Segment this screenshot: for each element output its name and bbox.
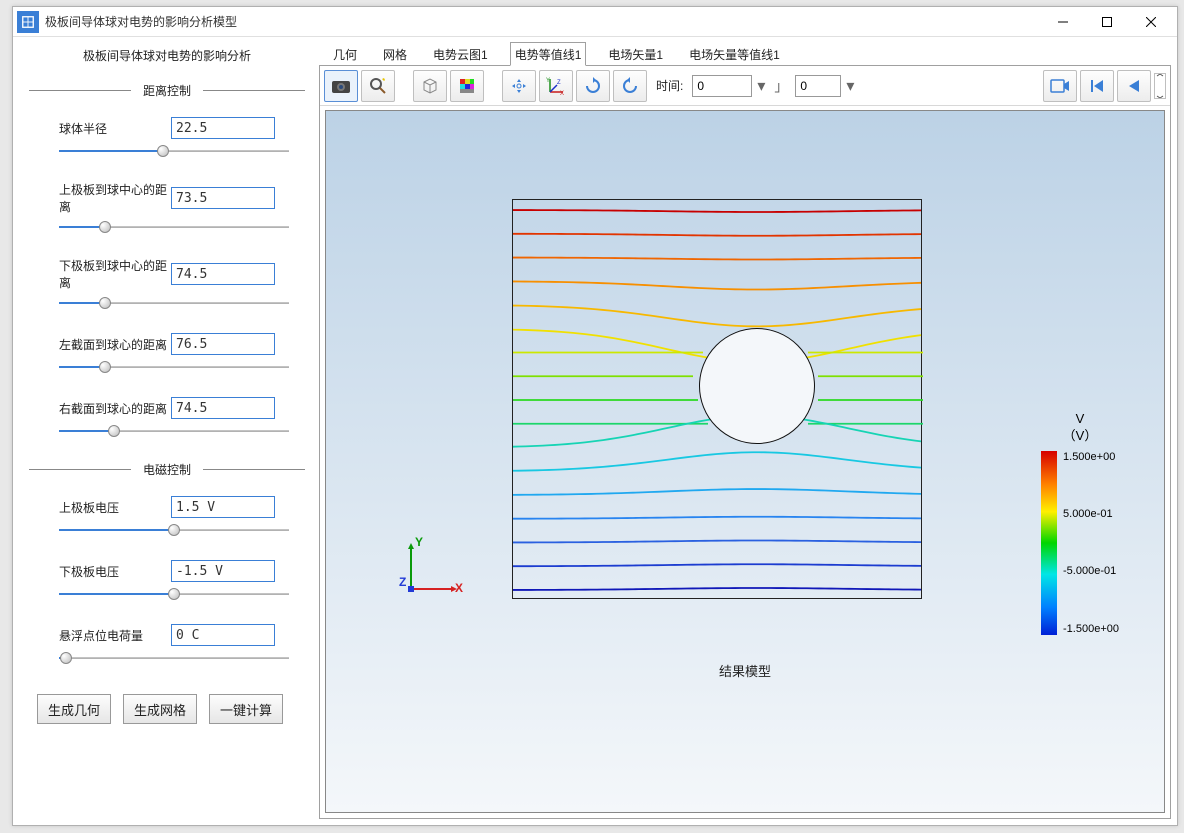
plot-caption: 结果模型 [719,661,771,680]
svg-text:Y: Y [546,78,550,84]
app-window: 极板间导体球对电势的影响分析模型 极板间导体球对电势的影响分析 距离控制 球体半… [12,6,1178,826]
axis-icon[interactable]: X Y Z [539,70,573,102]
slider[interactable] [59,522,289,538]
dropdown-arrow-icon: ▾ [757,76,765,96]
skip-start-icon[interactable] [1080,70,1114,102]
slider[interactable] [59,143,289,159]
slider-thumb[interactable] [168,524,180,536]
svg-text:X: X [560,91,564,96]
gen-geom-button[interactable]: 生成几何 [37,694,111,724]
field-g2-1: 下极板电压 [29,560,305,602]
render-box-icon[interactable] [413,70,447,102]
pan-icon[interactable] [502,70,536,102]
gen-mesh-button[interactable]: 生成网格 [123,694,197,724]
tab-4[interactable]: 电场矢量1 [604,43,667,65]
slider-thumb[interactable] [60,652,72,664]
field-input[interactable] [171,263,275,285]
video-icon[interactable] [1043,70,1077,102]
plot-box [512,199,922,599]
field-input[interactable] [171,187,275,209]
tab-0[interactable]: 几何 [329,43,361,65]
field-label: 上极板到球中心的距离 [59,181,171,215]
legend: V （V） [1030,411,1130,635]
slider-thumb[interactable] [168,588,180,600]
play-back-icon[interactable] [1117,70,1151,102]
canvas[interactable]: Y X Z 结果模型 V （V） [325,110,1165,813]
field-input[interactable] [171,496,275,518]
field-g1-4: 右截面到球心的距离 [29,397,305,439]
toolbar: X Y Z 时间: ▾ 」 ▾ [320,66,1170,106]
field-input[interactable] [171,560,275,582]
compute-button[interactable]: 一键计算 [209,694,283,724]
axes-triad: Y X Z [401,541,461,601]
window-buttons [1041,8,1173,36]
slider-thumb[interactable] [99,297,111,309]
field-g1-3: 左截面到球心的距离 [29,333,305,375]
tab-3[interactable]: 电势等值线1 [510,42,587,66]
field-g1-1: 上极板到球中心的距离 [29,181,305,235]
field-g1-0: 球体半径 [29,117,305,159]
field-label: 下极板电压 [59,563,171,580]
field-label: 球体半径 [59,120,171,137]
field-label: 下极板到球中心的距离 [59,257,171,291]
legend-ticks: 1.500e+00 5.000e-01 -5.000e-01 -1.500e+0… [1063,451,1119,635]
svg-text:Z: Z [557,80,561,86]
field-label: 左截面到球心的距离 [59,336,171,353]
expand-icon[interactable] [1154,73,1166,99]
tab-5[interactable]: 电场矢量等值线1 [685,43,784,65]
titlebar: 极板间导体球对电势的影响分析模型 [13,7,1177,37]
legend-title: V （V） [1063,411,1098,445]
group-title-distance: 距离控制 [29,82,305,99]
time-label: 时间: [656,77,683,94]
time-select[interactable] [692,75,752,97]
field-input[interactable] [171,624,275,646]
viewport: X Y Z 时间: ▾ 」 ▾ [319,65,1171,819]
field-input[interactable] [171,397,275,419]
field-label: 右截面到球心的距离 [59,400,171,417]
window-title: 极板间导体球对电势的影响分析模型 [45,13,1041,30]
slider-thumb[interactable] [99,221,111,233]
field-g2-2: 悬浮点位电荷量 [29,624,305,666]
field-label: 上极板电压 [59,499,171,516]
slider[interactable] [59,586,289,602]
zoom-icon[interactable] [361,70,395,102]
close-button[interactable] [1129,8,1173,36]
canvas-area: Y X Z 结果模型 V （V） [320,106,1170,818]
button-row: 生成几何 生成网格 一键计算 [29,694,305,724]
tab-1[interactable]: 网格 [379,43,411,65]
color-cube-icon[interactable] [450,70,484,102]
slider-thumb[interactable] [99,361,111,373]
field-g2-0: 上极板电压 [29,496,305,538]
field-input[interactable] [171,333,275,355]
rotate-cw-icon[interactable] [576,70,610,102]
slider-thumb[interactable] [157,145,169,157]
step-input[interactable] [795,75,841,97]
slider[interactable] [59,295,289,311]
sidebar-title: 极板间导体球对电势的影响分析 [29,47,305,64]
rotate-ccw-icon[interactable] [613,70,647,102]
field-label: 悬浮点位电荷量 [59,627,171,644]
maximize-button[interactable] [1085,8,1129,36]
sidebar: 极板间导体球对电势的影响分析 距离控制 球体半径 上极板到球中心的距离 下极板到… [19,43,315,819]
field-input[interactable] [171,117,275,139]
tab-bar: 几何网格电势云图1 电势等值线1 电场矢量1 电场矢量等值线1 [319,43,1171,65]
app-icon [17,11,39,33]
slider[interactable] [59,359,289,375]
field-g1-2: 下极板到球中心的距离 [29,257,305,311]
group-title-em: 电磁控制 [29,461,305,478]
slider[interactable] [59,650,289,666]
minimize-button[interactable] [1041,8,1085,36]
slider[interactable] [59,423,289,439]
main-column: 几何网格电势云图1 电势等值线1 电场矢量1 电场矢量等值线1 X Y Z 时间: ▾ 」 [319,43,1171,819]
camera-icon[interactable] [324,70,358,102]
sphere [699,328,815,444]
content: 极板间导体球对电势的影响分析 距离控制 球体半径 上极板到球中心的距离 下极板到… [13,37,1177,825]
slider-thumb[interactable] [108,425,120,437]
angle-icon: 」 [774,76,788,96]
slider[interactable] [59,219,289,235]
colorbar [1041,451,1057,635]
dropdown-arrow-icon: ▾ [846,76,854,96]
tab-2[interactable]: 电势云图1 [429,43,492,65]
